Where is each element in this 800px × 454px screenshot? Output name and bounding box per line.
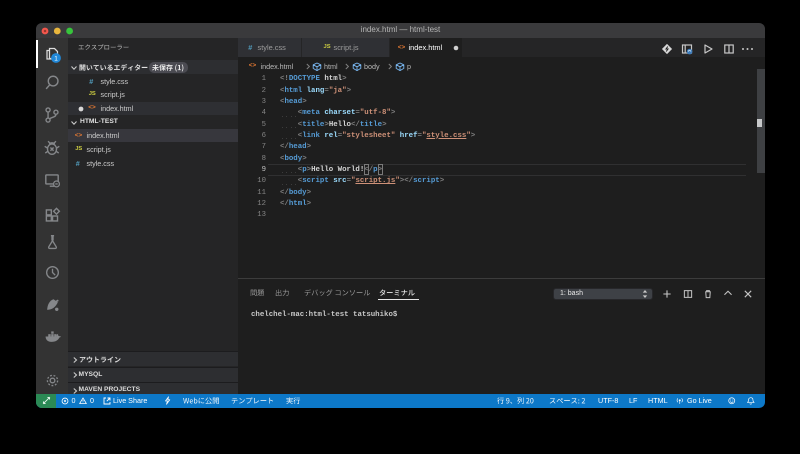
svg-text:1: 1 bbox=[55, 56, 59, 63]
